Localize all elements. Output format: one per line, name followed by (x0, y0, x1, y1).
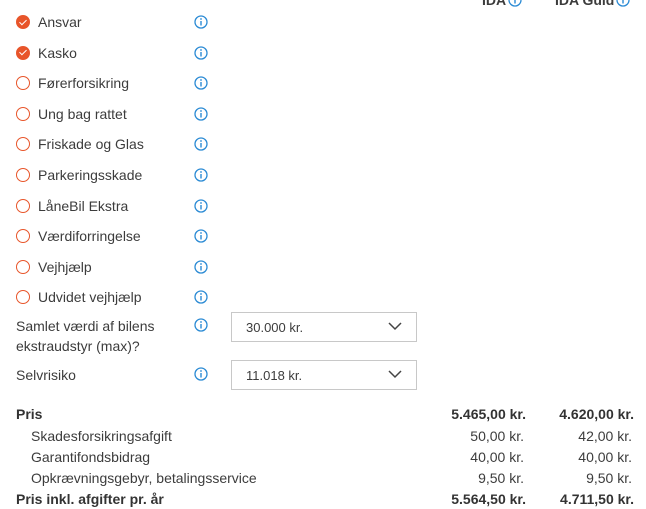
coverage-label: Førerforsikring (38, 75, 130, 92)
info-icon[interactable] (194, 290, 208, 305)
equipment-label: Samlet værdi af bilens ekstraudstyr (max… (16, 318, 155, 354)
fee-guld: 9,50 kr. (586, 469, 632, 486)
fee-label: Opkrævningsgebyr, betalingsservice (31, 469, 257, 486)
total-ida: 5.564,50 kr. (451, 490, 526, 507)
chevron-down-icon (388, 370, 402, 379)
deductible-select-value: 11.018 kr. (246, 367, 303, 383)
fee-label: Skadesforsikringsafgift (31, 427, 172, 444)
info-icon[interactable] (194, 229, 208, 243)
fee-label: Garantifondsbidrag (31, 448, 151, 465)
coverage-label: Friskade og Glas (38, 136, 144, 153)
unchecked-circle-icon[interactable] (16, 229, 30, 244)
fee-row: Opkrævningsgebyr, betalingsservice 9,50 … (0, 467, 646, 488)
equipment-select-value: 30.000 kr. (246, 319, 304, 335)
unchecked-circle-icon[interactable] (16, 168, 30, 182)
coverage-item[interactable]: LåneBil Ekstra (0, 194, 230, 218)
coverage-label: LåneBil Ekstra (38, 197, 129, 214)
col-header-ida-guld: IDA Guld (555, 0, 631, 8)
total-guld: 4.711,50 kr. (560, 490, 634, 507)
fee-ida: 9,50 kr. (478, 469, 524, 486)
info-icon[interactable] (194, 367, 208, 381)
chevron-down-icon (388, 322, 402, 331)
equipment-select[interactable]: 30.000 kr. (231, 312, 417, 342)
fee-guld: 42,00 kr. (578, 427, 632, 444)
info-icon[interactable] (194, 107, 208, 121)
price-label: Pris (16, 405, 43, 422)
price-guld: 4.620,00 kr. (559, 405, 634, 422)
coverage-item[interactable]: Friskade og Glas (0, 132, 230, 156)
info-icon[interactable] (194, 45, 208, 60)
coverage-label: Parkeringsskade (38, 167, 143, 183)
fee-ida: 40,00 kr. (470, 448, 524, 465)
deductible-select[interactable]: 11.018 kr. (231, 360, 417, 390)
coverage-label: Ung bag rattet (38, 105, 127, 122)
info-icon[interactable] (194, 260, 208, 274)
coverage-item[interactable]: Førerforsikring (0, 71, 230, 95)
coverage-item[interactable]: Ung bag rattet (0, 102, 230, 126)
unchecked-circle-icon[interactable] (16, 106, 30, 121)
coverage-label: Kasko (38, 44, 77, 61)
unchecked-circle-icon[interactable] (16, 137, 30, 152)
coverage-item[interactable]: Vejhjælp (0, 255, 230, 279)
coverage-label: Udvidet vejhjælp (38, 289, 142, 306)
price-row: Pris 5.465,00 kr. 4.620,00 kr. (0, 403, 646, 424)
checked-circle-icon[interactable] (16, 15, 30, 29)
coverage-label: Vejhjælp (38, 258, 92, 275)
coverage-item[interactable]: Kasko (0, 41, 230, 65)
total-label: Pris inkl. afgifter pr. år (16, 490, 164, 507)
info-icon[interactable] (194, 137, 208, 152)
price-ida: 5.465,00 kr. (451, 405, 526, 422)
info-icon[interactable] (194, 168, 208, 182)
col-header-ida-guld-label: IDA Guld (555, 0, 615, 8)
coverage-item[interactable]: Værdiforringelse (0, 224, 230, 248)
unchecked-circle-icon[interactable] (16, 259, 30, 274)
unchecked-circle-icon[interactable] (16, 290, 30, 305)
coverage-item[interactable]: Udvidet vejhjælp (0, 285, 230, 309)
unchecked-circle-icon[interactable] (16, 198, 30, 213)
total-row: Pris inkl. afgifter pr. år 5.564,50 kr. … (0, 488, 646, 509)
coverage-label: Ansvar (38, 14, 82, 30)
coverage-label: Værdiforringelse (38, 228, 141, 245)
col-header-ida: IDA (482, 0, 522, 8)
fee-ida: 50,00 kr. (470, 427, 524, 444)
info-icon[interactable] (616, 0, 631, 7)
info-icon[interactable] (508, 0, 522, 7)
col-header-ida-label: IDA (482, 0, 507, 8)
fee-row: Garantifondsbidrag 40,00 kr. 40,00 kr. (0, 446, 646, 467)
coverage-item[interactable]: Ansvar (0, 10, 230, 34)
info-icon[interactable] (194, 15, 208, 29)
fee-row: Skadesforsikringsafgift 50,00 kr. 42,00 … (0, 425, 646, 446)
coverage-item[interactable]: Parkeringsskade (0, 163, 230, 187)
unchecked-circle-icon[interactable] (16, 76, 30, 91)
deductible-label: Selvrisiko (16, 367, 76, 383)
info-icon[interactable] (194, 76, 208, 90)
fee-guld: 40,00 kr. (578, 448, 632, 465)
checked-circle-icon[interactable] (16, 45, 30, 60)
info-icon[interactable] (194, 198, 208, 213)
info-icon[interactable] (194, 318, 208, 332)
